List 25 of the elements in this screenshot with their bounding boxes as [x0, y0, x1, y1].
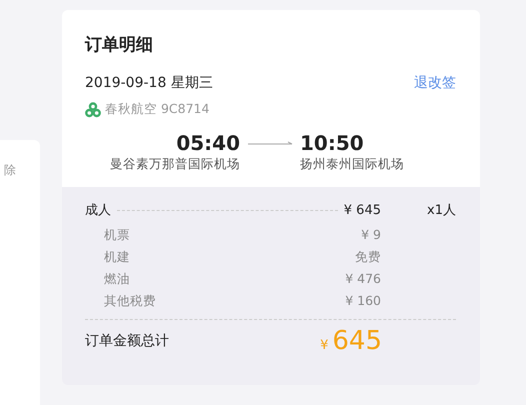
order-title: 订单明细 — [85, 34, 154, 56]
currency-symbol: ¥ — [320, 338, 328, 353]
arrow-icon — [248, 141, 293, 147]
departure-airport: 曼谷素万那普国际机场 — [110, 156, 240, 173]
fee-value: 免费 — [355, 249, 381, 266]
fee-label: 机票 — [104, 227, 130, 244]
total-label: 订单金额总计 — [85, 332, 169, 350]
arrival-airport: 扬州泰州国际机场 — [300, 156, 404, 173]
fee-value: ¥ 9 — [361, 227, 381, 244]
total-amount: 645 — [332, 326, 382, 356]
refund-change-link[interactable]: 退改签 — [414, 74, 456, 92]
remove-text[interactable]: 除 — [4, 162, 16, 179]
passenger-count: x1人 — [426, 202, 456, 219]
fee-value: ¥ 476 — [345, 271, 381, 288]
passenger-price: ¥ 645 — [344, 202, 381, 218]
fee-label: 机建 — [104, 249, 130, 266]
fee-label: 其他税费 — [104, 293, 156, 310]
flight-date: 2019-09-18 星期三 — [85, 74, 213, 92]
fee-value: ¥ 160 — [345, 293, 381, 310]
airline-flight-number: 春秋航空 9C8714 — [105, 101, 210, 118]
arrival-time: 10:50 — [300, 131, 364, 155]
departure-time: 05:40 — [176, 131, 240, 155]
fee-label: 燃油 — [104, 271, 130, 288]
airline-logo-icon — [85, 102, 101, 118]
passenger-type: 成人 — [85, 202, 111, 219]
